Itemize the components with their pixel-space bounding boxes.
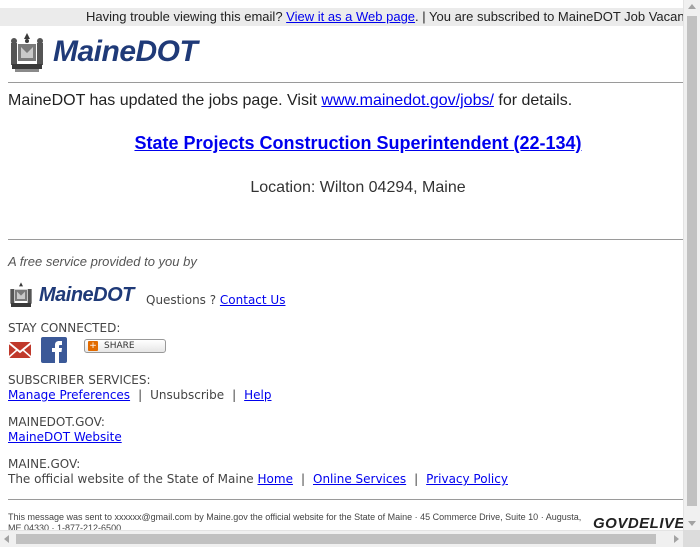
horizontal-scroll-thumb[interactable] [16,534,656,544]
facebook-icon[interactable] [41,337,67,363]
intro-text: MaineDOT has updated the jobs page. Visi… [8,92,572,110]
share-plus-icon: + [88,341,98,351]
maine-gov-label: MAINE.GOV: [8,457,81,471]
intro-text-after: for details. [493,92,573,109]
scrollbar-corner [683,530,700,547]
maine-gov-links: The official website of the State of Mai… [8,472,508,487]
top-notice-bar: Having trouble viewing this email? View … [0,8,683,26]
questions-line: Questions ? Contact Us [146,293,285,307]
content-divider [8,239,683,240]
footer-mainedot-logo[interactable]: MaineDOT [9,281,134,309]
social-row: + SHARE [8,337,166,363]
job-title-link[interactable]: State Projects Construction Superintende… [134,133,581,153]
online-services-link[interactable]: Online Services [313,472,406,486]
subscriber-services-label: SUBSCRIBER SERVICES: [8,373,151,387]
vertical-scrollbar[interactable] [683,0,700,530]
maine-seal-small-icon [10,282,32,307]
official-website-text: The official website of the State of Mai… [8,472,258,486]
horizontal-scrollbar[interactable] [0,530,683,547]
mainedot-logo-text: MaineDOT [53,35,198,68]
share-label: SHARE [104,341,135,351]
footer-divider [8,499,683,500]
top-notice-prefix: Having trouble viewing this email? [86,9,287,24]
scroll-right-arrow-icon[interactable] [674,535,679,543]
email-viewport: Having trouble viewing this email? View … [0,0,683,530]
mainedot-gov-label: MAINEDOT.GOV: [8,415,105,429]
header-divider [8,82,683,83]
contact-us-link[interactable]: Contact Us [220,293,286,307]
free-service-text: A free service provided to you by [8,254,197,269]
vertical-scroll-thumb[interactable] [687,16,697,506]
separator: | [414,472,419,486]
govdelivery-logo[interactable]: GOVDELIVERY [593,515,683,530]
top-notice-suffix: . | You are subscribed to MaineDOT Job V… [415,9,683,24]
help-link[interactable]: Help [244,388,271,402]
job-location: Location: Wilton 04294, Maine [250,179,466,196]
job-title-row: State Projects Construction Superintende… [0,133,683,154]
mainedot-logo[interactable]: MaineDOT [9,30,198,74]
scroll-up-arrow-icon[interactable] [688,4,696,9]
jobs-page-link[interactable]: www.mainedot.gov/jobs/ [321,92,494,109]
separator: | [232,388,237,402]
scroll-left-arrow-icon[interactable] [4,535,9,543]
email-icon[interactable] [8,339,32,361]
mainedot-website-link[interactable]: MaineDOT Website [8,430,122,444]
unsubscribe-text[interactable]: Unsubscribe [150,388,224,402]
scroll-down-arrow-icon[interactable] [688,521,696,526]
intro-text-before: MaineDOT has updated the jobs page. Visi… [8,92,322,109]
share-button[interactable]: + SHARE [84,339,166,353]
separator: | [138,388,143,402]
maine-seal-icon [9,31,45,73]
manage-preferences-link[interactable]: Manage Preferences [8,388,130,402]
footer-logo-text: MaineDOT [39,283,134,306]
view-web-page-link[interactable]: View it as a Web page [286,9,415,24]
privacy-policy-link[interactable]: Privacy Policy [426,472,508,486]
message-sent-text: This message was sent to xxxxxx@gmail.co… [8,512,582,530]
home-link[interactable]: Home [258,472,293,486]
separator: | [300,472,305,486]
questions-label: Questions ? [146,293,220,307]
mainedot-website-row: MaineDOT Website [8,430,122,445]
stay-connected-label: STAY CONNECTED: [8,321,121,335]
subscriber-links: Manage Preferences | Unsubscribe | Help [8,388,272,403]
